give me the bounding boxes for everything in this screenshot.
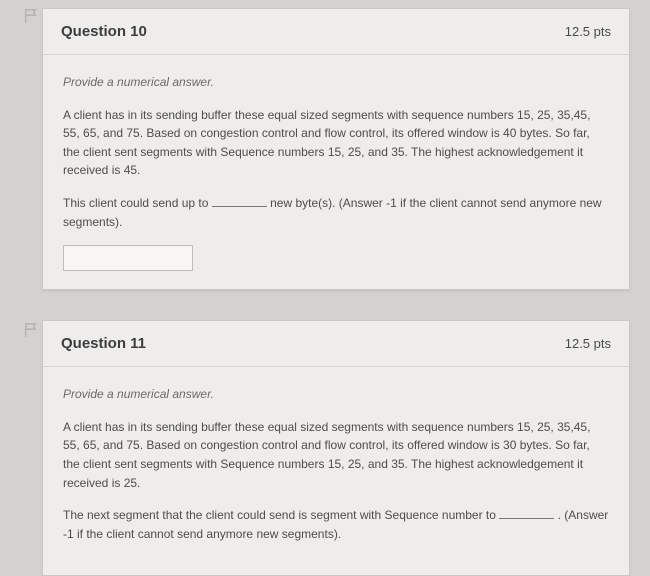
- answer-input[interactable]: [63, 245, 193, 271]
- fill-blank: [212, 206, 267, 207]
- para2-prefix: The next segment that the client could s…: [63, 508, 499, 522]
- question-title: Question 10: [61, 23, 147, 40]
- question-header: Question 10 12.5 pts: [43, 9, 629, 55]
- question-paragraph-1: A client has in its sending buffer these…: [63, 418, 609, 492]
- question-paragraph-2: This client could send up to new byte(s)…: [63, 194, 609, 231]
- question-paragraph-1: A client has in its sending buffer these…: [63, 106, 609, 180]
- question-instruction: Provide a numerical answer.: [63, 385, 609, 404]
- question-instruction: Provide a numerical answer.: [63, 73, 609, 92]
- question-header: Question 11 12.5 pts: [43, 321, 629, 367]
- question-card-11: Question 11 12.5 pts Provide a numerical…: [42, 320, 630, 576]
- fill-blank: [499, 518, 554, 519]
- flag-icon[interactable]: [24, 322, 38, 338]
- question-body: Provide a numerical answer. A client has…: [43, 55, 629, 289]
- question-title: Question 11: [61, 335, 146, 352]
- para2-prefix: This client could send up to: [63, 196, 212, 210]
- question-body: Provide a numerical answer. A client has…: [43, 367, 629, 575]
- question-paragraph-2: The next segment that the client could s…: [63, 506, 609, 543]
- question-points: 12.5 pts: [565, 336, 611, 351]
- question-points: 12.5 pts: [565, 24, 611, 39]
- flag-icon[interactable]: [24, 8, 38, 24]
- question-card-10: Question 10 12.5 pts Provide a numerical…: [42, 8, 630, 290]
